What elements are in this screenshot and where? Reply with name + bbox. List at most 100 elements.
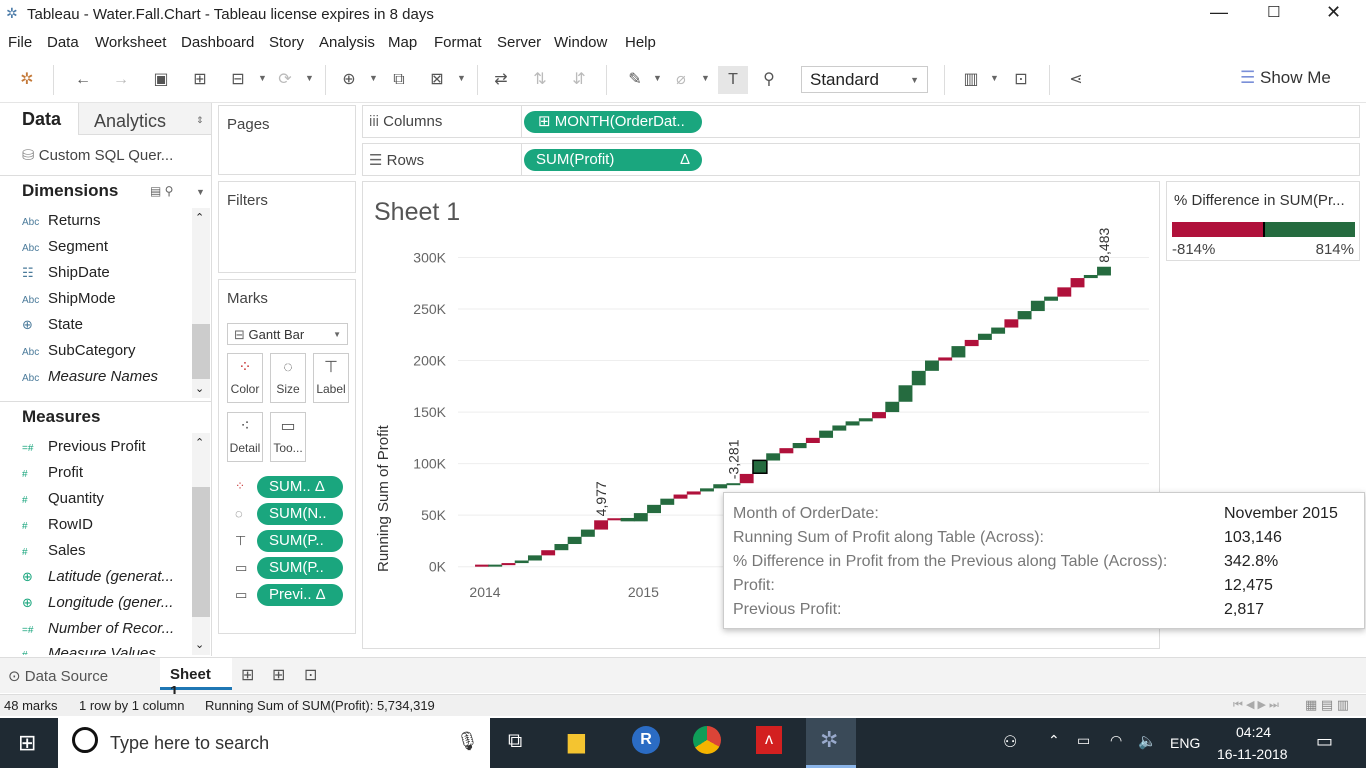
menu-analysis[interactable]: Analysis [319, 34, 375, 51]
menu-map[interactable]: Map [388, 34, 417, 51]
waterfall-bar[interactable] [620, 517, 635, 522]
waterfall-bar[interactable] [739, 473, 754, 484]
marks-pill-color[interactable]: SUM.. Δ [257, 476, 343, 498]
sort-ascending-icon[interactable]: ⇅ [529, 69, 551, 91]
menu-dashboard[interactable]: Dashboard [181, 34, 254, 51]
marks-pill-tooltip[interactable]: SUM(P.. [257, 557, 343, 579]
tableau-taskbar-button[interactable]: ✲ [806, 718, 856, 768]
pause-updates-icon[interactable]: ⊟ [227, 69, 249, 91]
field-shipdate[interactable]: ☷ ShipDate [22, 264, 110, 281]
field-shipmode[interactable]: Abc ShipMode [22, 290, 116, 307]
waterfall-bar[interactable] [911, 370, 926, 386]
show-mark-labels-icon[interactable]: T [718, 66, 748, 94]
tab-sheet-1[interactable]: Sheet 1 [160, 658, 232, 700]
wifi-icon[interactable]: ◠ [1110, 732, 1122, 749]
waterfall-bar[interactable] [1057, 287, 1072, 297]
label-button[interactable]: ⊤ Label [313, 353, 349, 403]
color-legend[interactable]: % Difference in SUM(Pr... -814% 814% [1166, 181, 1360, 261]
waterfall-bar[interactable] [792, 443, 807, 449]
marks-pill-label[interactable]: SUM(P.. [257, 530, 343, 552]
new-worksheet-icon[interactable]: ⊞ [241, 665, 254, 685]
waterfall-bar[interactable] [872, 412, 886, 419]
waterfall-bar[interactable] [1004, 319, 1019, 328]
taskbar-search[interactable]: Type here to search 🎙 [58, 718, 490, 768]
duplicate-icon[interactable]: ⧉ [388, 69, 410, 91]
menu-window[interactable]: Window [554, 34, 607, 51]
minimize-button[interactable]: — [1210, 2, 1228, 23]
datasource-item[interactable]: ⛁ Custom SQL Quer... [22, 146, 173, 164]
notifications-icon[interactable]: ▭ [1316, 731, 1333, 752]
waterfall-bar[interactable] [951, 346, 966, 358]
field-quantity[interactable]: # Quantity [22, 490, 104, 507]
show-cards-icon[interactable]: ▥ [960, 69, 982, 91]
marks-pill-size[interactable]: SUM(N.. [257, 503, 343, 525]
mark-type-dropdown[interactable]: ⊟ Gantt Bar ▼ [227, 323, 348, 345]
field-measure-values[interactable]: #Measure Values [22, 645, 156, 655]
swap-icon[interactable]: ⇄ [490, 69, 512, 91]
acrobat-icon[interactable]: ᴧ [756, 726, 782, 754]
waterfall-bar[interactable] [1017, 311, 1032, 320]
waterfall-bar[interactable] [713, 484, 728, 489]
waterfall-bar[interactable] [726, 483, 741, 486]
waterfall-bar[interactable] [1030, 300, 1045, 312]
clock-time[interactable]: 04:24 [1236, 724, 1271, 740]
fit-dropdown[interactable]: Standard ▼ [801, 66, 928, 93]
sort-descending-icon[interactable]: ⇵ [568, 69, 590, 91]
waterfall-bar[interactable] [1083, 274, 1098, 279]
filters-shelf[interactable]: Filters [218, 181, 356, 273]
waterfall-bar[interactable] [977, 333, 992, 340]
waterfall-bar[interactable] [832, 425, 847, 431]
rows-pill[interactable]: SUM(Profit) Δ [524, 149, 702, 171]
menu-data[interactable]: Data [47, 34, 79, 51]
field-number-of-records[interactable]: =# Number of Recor... [22, 620, 174, 637]
waterfall-bar[interactable] [766, 453, 781, 461]
tab-data-source[interactable]: ⊙ Data Source [8, 667, 108, 685]
color-button[interactable]: ⁘ Color [227, 353, 263, 403]
waterfall-bar[interactable] [805, 437, 820, 443]
volume-icon[interactable]: 🔈 [1138, 732, 1157, 750]
waterfall-bar[interactable] [752, 459, 768, 474]
new-dashboard-icon[interactable]: ⊞ [272, 665, 285, 685]
waterfall-bar[interactable] [660, 498, 675, 505]
measures-scrollbar[interactable]: ⌃ ⌄ [192, 433, 210, 655]
menu-worksheet[interactable]: Worksheet [95, 34, 166, 51]
grid-view-icon[interactable]: ▦ ▤ ▥ [1305, 697, 1349, 713]
new-worksheet-icon[interactable]: ⊕ [338, 69, 360, 91]
view-list-icon[interactable]: ▤ ⚲ [150, 184, 173, 198]
r-app-icon[interactable]: R [632, 726, 660, 754]
field-state[interactable]: ⊕ State [22, 316, 83, 333]
marks-pill-previous[interactable]: Previ.. Δ [257, 584, 343, 606]
field-sales[interactable]: # Sales [22, 542, 86, 559]
save-icon[interactable]: ▣ [150, 69, 172, 91]
maximize-button[interactable]: ☐ [1267, 3, 1280, 21]
field-previous-profit[interactable]: =# Previous Profit [22, 438, 146, 455]
field-measure-names[interactable]: Abc Measure Names [22, 368, 158, 385]
menu-help[interactable]: Help [625, 34, 656, 51]
waterfall-bar[interactable] [514, 560, 529, 564]
presentation-icon[interactable]: ⊡ [1010, 69, 1032, 91]
field-longitude[interactable]: ⊕ Longitude (gener... [22, 594, 173, 611]
menu-format[interactable]: Format [434, 34, 482, 51]
file-explorer-icon[interactable]: ▆ [568, 728, 585, 754]
microphone-icon[interactable]: 🎙 [456, 731, 479, 752]
pin-icon[interactable]: ⚲ [758, 69, 780, 91]
chevron-up-icon[interactable]: ⌃ [1048, 732, 1060, 749]
waterfall-bar[interactable] [501, 563, 516, 566]
tooltip-button[interactable]: ▭ Too... [270, 412, 306, 462]
detail-button[interactable]: ⁖ Detail [227, 412, 263, 462]
dimensions-scrollbar[interactable]: ⌃ ⌄ [192, 208, 210, 398]
field-profit[interactable]: # Profit [22, 464, 83, 481]
share-icon[interactable]: ⋖ [1065, 69, 1087, 91]
waterfall-bar[interactable] [858, 418, 873, 422]
clear-sheet-icon[interactable]: ⊠ [426, 69, 448, 91]
dimensions-menu-icon[interactable]: ▼ [196, 187, 205, 197]
refresh-icon[interactable]: ⟳ [274, 69, 296, 91]
undo-icon[interactable]: ← [72, 69, 94, 91]
waterfall-bar[interactable] [1044, 296, 1059, 301]
waterfall-bar[interactable] [1097, 266, 1111, 276]
menu-server[interactable]: Server [497, 34, 541, 51]
columns-pill[interactable]: ⊞ MONTH(OrderDat.. [524, 111, 702, 133]
chrome-icon[interactable] [693, 726, 721, 754]
redo-icon[interactable]: → [110, 69, 132, 91]
language-indicator[interactable]: ENG [1170, 735, 1200, 751]
